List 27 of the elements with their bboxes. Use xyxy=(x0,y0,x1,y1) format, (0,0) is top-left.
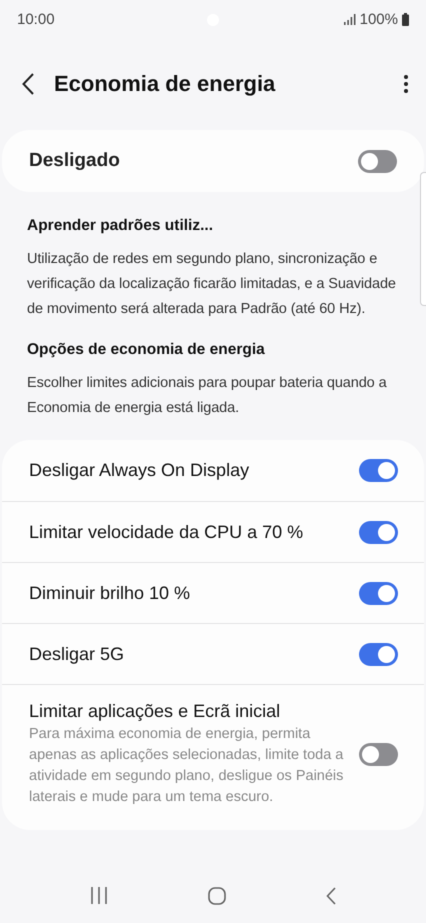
master-switch-label: Desligado xyxy=(29,150,120,172)
toggle-switch[interactable] xyxy=(359,642,398,666)
section-heading: Aprender padrões utiliz... xyxy=(27,217,214,235)
home-icon[interactable] xyxy=(208,886,226,904)
battery-percent: 100% xyxy=(360,10,398,28)
toggle-switch[interactable] xyxy=(359,743,398,766)
page-title: Economia de energia xyxy=(54,71,276,97)
section-heading: Opções de economia de energia xyxy=(27,341,266,359)
option-label[interactable]: Desligar 5G xyxy=(29,644,347,664)
option-label[interactable]: Diminuir brilho 10 % xyxy=(29,582,347,604)
option-description: Para máxima economia de energia, permita apenas as aplicações selecionadas, limite toda a atividade em segundo plano, desligue os Painéis laterais e mude para um tema escuro. xyxy=(29,725,344,807)
battery-icon xyxy=(402,12,409,26)
toggle-switch[interactable] xyxy=(359,520,398,544)
clock: 10:00 xyxy=(17,10,55,28)
toggle-switch[interactable] xyxy=(358,150,397,172)
section-description: Utilização de redes em segundo plano, sincronização e verificação da localização ficarão limitadas, e a Suavidade de movimento será alterada para Padrão (até 60 Hz). xyxy=(27,250,397,319)
toggle-switch[interactable] xyxy=(359,582,398,604)
option-label[interactable]: Desligar Always On Display xyxy=(29,460,347,481)
signal-icon xyxy=(344,14,356,24)
section-description: Escolher limites adicionais para poupar bateria quando a Economia de energia está ligada. xyxy=(27,374,388,418)
recent-apps-icon[interactable] xyxy=(90,887,108,904)
master-switch-card[interactable]: Desligado xyxy=(2,130,424,192)
more-options-icon[interactable] xyxy=(404,75,408,93)
back-icon[interactable] xyxy=(22,73,34,95)
option-label[interactable]: Limitar velocidade da CPU a 70 % xyxy=(29,522,347,542)
toggle-switch[interactable] xyxy=(359,459,398,482)
option-label[interactable]: Limitar aplicações e Ecrã inicial xyxy=(29,701,347,722)
